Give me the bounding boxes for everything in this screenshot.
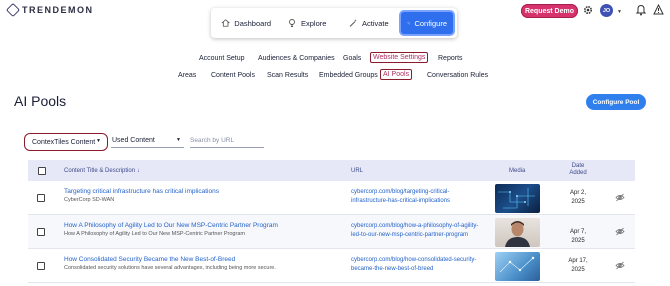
select-all-checkbox[interactable] (38, 167, 46, 175)
page-title: AI Pools (14, 93, 67, 109)
col-url-header: URL (351, 168, 364, 174)
col-title-label: Content Title & Description (64, 168, 136, 174)
nav-audiences-companies[interactable]: Audiences & Companies (258, 55, 335, 62)
row-date: Apr 17, 2025 (568, 258, 588, 273)
sort-down-icon: ↓ (136, 168, 140, 174)
nav-account-setup[interactable]: Account Setup (199, 55, 245, 62)
eye-off-icon[interactable] (615, 227, 625, 236)
row-title[interactable]: How Consolidated Security Became the New… (64, 256, 235, 263)
chevron-down-icon: ▼ (176, 137, 181, 143)
tab-conversation-rules[interactable]: Conversation Rules (427, 72, 488, 79)
row-title[interactable]: Targeting critical infrastructure has cr… (64, 188, 219, 195)
row-title[interactable]: How A Philosophy of Agility Led to Our N… (64, 222, 278, 229)
chevron-down-icon[interactable]: ▼ (617, 9, 622, 15)
row-media-thumbnail (495, 184, 540, 213)
warning-icon[interactable] (653, 4, 664, 15)
secondary-nav: Areas Content Pools Scan Results Embedde… (0, 69, 670, 84)
row-description: Consolidated security solutions have sev… (64, 265, 276, 271)
row-checkbox[interactable] (37, 228, 45, 236)
row-url[interactable]: cybercorp.com/blog/targeting-critical-in… (351, 188, 481, 205)
configure-pool-button[interactable]: Configure Pool (586, 94, 646, 110)
row-checkbox[interactable] (37, 194, 45, 202)
home-icon (221, 19, 230, 27)
table-row[interactable]: How Consolidated Security Became the New… (28, 249, 635, 283)
mode-label: Configure (414, 18, 447, 28)
col-media-header: Media (509, 168, 526, 174)
mode-activate-button[interactable]: Activate (342, 12, 397, 34)
row-description: How A Philosophy of Agility Led to Our N… (64, 231, 245, 237)
col-title-header[interactable]: Content Title & Description ↓ (64, 168, 140, 174)
circuit-image (498, 188, 535, 209)
gears-icon (407, 21, 411, 25)
table-row[interactable]: Targeting critical infrastructure has cr… (28, 181, 635, 215)
content-type-select[interactable]: ContexTiles Content ▼ (24, 133, 108, 151)
bell-icon[interactable] (636, 4, 646, 16)
content-type-value: ContexTiles Content (32, 138, 96, 146)
row-description: CyberCorp SD-WAN (64, 197, 115, 203)
row-date: Apr 2, 2025 (569, 190, 586, 205)
mode-dashboard-button[interactable]: Dashboard (215, 12, 277, 34)
logo-text: TRENDEMON (22, 5, 94, 15)
row-url[interactable]: cybercorp.com/blog/how-a-philosophy-of-a… (351, 222, 481, 239)
chevron-down-icon: ▼ (96, 138, 101, 144)
row-checkbox[interactable] (37, 262, 45, 270)
nav-goals[interactable]: Goals (343, 55, 361, 62)
tab-areas[interactable]: Areas (178, 72, 196, 79)
row-url[interactable]: cybercorp.com/blog/how-consolidated-secu… (351, 256, 481, 273)
table-row[interactable]: How A Philosophy of Agility Led to Our N… (28, 215, 635, 249)
lightbulb-icon (289, 19, 295, 27)
logo[interactable]: TRENDEMON (5, 2, 94, 18)
row-media-thumbnail (495, 218, 540, 247)
eye-off-icon[interactable] (615, 193, 625, 202)
tab-scan-results[interactable]: Scan Results (267, 72, 308, 79)
mode-label: Activate (361, 18, 389, 28)
nav-reports[interactable]: Reports (438, 55, 463, 62)
tab-content-pools[interactable]: Content Pools (211, 72, 255, 79)
network-image (499, 256, 535, 273)
tab-embedded-groups[interactable]: Embedded Groups (319, 72, 378, 79)
row-media-thumbnail (495, 252, 540, 281)
search-url-input[interactable] (190, 133, 264, 148)
row-date: Apr 7, 2025 (569, 229, 586, 244)
tab-ai-pools[interactable]: AI Pools (380, 69, 413, 80)
mode-switcher: Dashboard Explore Activate Configure (211, 8, 457, 38)
magic-wand-icon (349, 19, 357, 27)
eye-off-icon[interactable] (615, 261, 625, 270)
mode-label: Explore (301, 18, 327, 28)
col-date-header: Date Added (569, 163, 587, 176)
mode-configure-button[interactable]: Configure (401, 12, 453, 34)
used-content-value: Used Content (112, 136, 155, 144)
avatar[interactable]: JO (600, 4, 613, 17)
used-content-select[interactable]: Used Content ▼ (111, 133, 184, 148)
content-table: Content Title & Description ↓ URL Media … (28, 160, 635, 283)
person-photo (505, 221, 530, 247)
request-demo-button[interactable]: Request Demo (521, 4, 578, 18)
table-header: Content Title & Description ↓ URL Media … (28, 160, 635, 181)
mode-explore-button[interactable]: Explore (281, 12, 338, 34)
mode-label: Dashboard (234, 18, 271, 28)
gear-icon[interactable] (583, 5, 593, 15)
nav-website-settings[interactable]: Website Settings (370, 52, 429, 63)
primary-nav: Account Setup Audiences & Companies Goal… (0, 52, 670, 67)
logo-mark-icon (5, 2, 21, 18)
